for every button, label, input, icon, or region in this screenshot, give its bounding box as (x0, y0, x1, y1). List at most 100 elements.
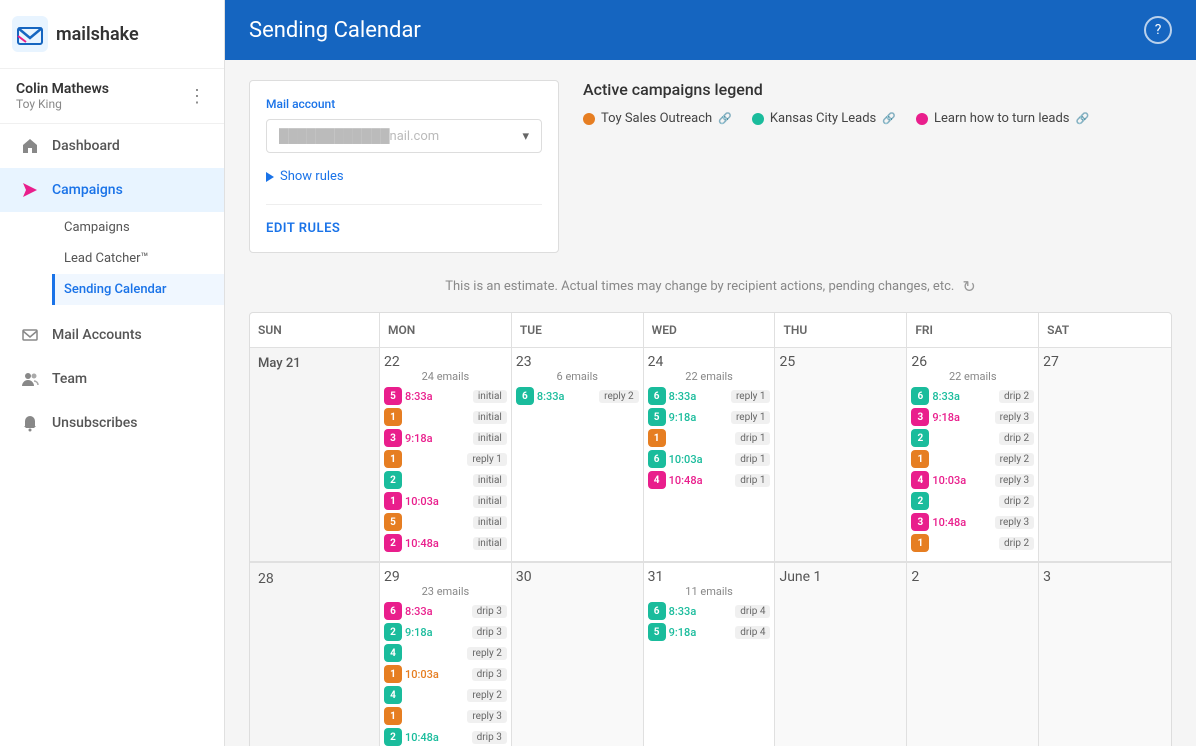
email-display: ████████████nail.com (279, 128, 439, 144)
bell-icon (20, 413, 40, 433)
time-row: 1reply 1 (384, 450, 507, 468)
logo-icon (12, 16, 48, 52)
legend-title: Active campaigns legend (583, 80, 1172, 99)
show-rules-button[interactable]: Show rules (266, 165, 542, 188)
cal-day-wed-31: 31 11 emails 68:33adrip 4 59:18adrip 4 (644, 563, 776, 746)
legend-section: Active campaigns legend Toy Sales Outrea… (583, 80, 1172, 253)
app-name: mailshake (56, 24, 139, 45)
legend-dot-kansas (752, 113, 764, 125)
sending-calendar: Sun Mon Tue Wed Thu Fri Sat May 21 22 24… (249, 312, 1172, 746)
legend-item-kansas: Kansas City Leads 🔗 (752, 111, 896, 126)
estimate-text: This is an estimate. Actual times may ch… (445, 279, 954, 294)
time-row: 610:03adrip 1 (648, 450, 771, 468)
time-row: 210:48adrip 3 (384, 728, 507, 746)
send-icon (20, 180, 40, 200)
cal-day-mon-29: 29 23 emails 68:33adrip 3 29:18adrip 3 4… (380, 563, 512, 746)
time-row: 4reply 2 (384, 686, 507, 704)
col-mon: Mon (380, 313, 512, 347)
show-rules-label: Show rules (280, 169, 344, 184)
time-row: 310:48areply 3 (911, 513, 1034, 531)
mail-icon (20, 325, 40, 345)
time-row: 1initial (384, 408, 507, 426)
col-fri: Fri (907, 313, 1039, 347)
cal-day-thu-jun1: June 1 (775, 563, 907, 746)
time-row: 110:03adrip 3 (384, 665, 507, 683)
sidebar-item-team[interactable]: Team (0, 357, 224, 401)
cal-day-sat-3: 3 (1039, 563, 1171, 746)
cal-day-tue-23: 23 6 emails 68:33areply 2 (512, 348, 644, 562)
mail-account-card: Mail account ████████████nail.com ▾ Show… (249, 80, 559, 253)
calendar-header: Sun Mon Tue Wed Thu Fri Sat (250, 313, 1171, 348)
sidebar-item-unsubscribes[interactable]: Unsubscribes (0, 401, 224, 445)
help-button[interactable]: ? (1144, 16, 1172, 44)
time-row: 5initial (384, 513, 507, 531)
user-profile: Colin Mathews Toy King ⋮ (0, 69, 224, 124)
cal-day-sat-27: 27 (1039, 348, 1171, 562)
mail-account-select[interactable]: ████████████nail.com ▾ (266, 119, 542, 153)
team-label: Team (52, 371, 87, 387)
sidebar-item-dashboard[interactable]: Dashboard (0, 124, 224, 168)
col-thu: Thu (775, 313, 907, 347)
cal-day-mon-22: 22 24 emails 58:33ainitial 1initial 39:1… (380, 348, 512, 562)
select-chevron: ▾ (522, 129, 529, 144)
legend-label-kansas: Kansas City Leads (770, 111, 876, 126)
time-row: 410:03areply 3 (911, 471, 1034, 489)
time-row: 58:33ainitial (384, 387, 507, 405)
legend-dot-toy-sales (583, 113, 595, 125)
time-row: 39:18areply 3 (911, 408, 1034, 426)
legend-dot-learn (916, 113, 928, 125)
time-row: 68:33areply 1 (648, 387, 771, 405)
main-content: Sending Calendar ? Mail account ████████… (225, 0, 1196, 746)
logo: mailshake (12, 16, 139, 52)
top-section: Mail account ████████████nail.com ▾ Show… (249, 80, 1172, 253)
legend-link-toy-sales[interactable]: 🔗 (718, 112, 732, 125)
calendar-week-1: May 21 22 24 emails 58:33ainitial 1initi… (250, 348, 1171, 562)
time-row: 39:18ainitial (384, 429, 507, 447)
estimate-bar: This is an estimate. Actual times may ch… (249, 269, 1172, 312)
legend-link-kansas[interactable]: 🔗 (882, 112, 896, 125)
sidebar: mailshake Colin Mathews Toy King ⋮ Dashb… (0, 0, 225, 746)
sidebar-item-campaigns-sub[interactable]: Campaigns (52, 212, 224, 243)
time-row: 210:48ainitial (384, 534, 507, 552)
time-row: 2drip 2 (911, 492, 1034, 510)
legend-label-learn: Learn how to turn leads (934, 111, 1070, 126)
sidebar-item-campaigns[interactable]: Campaigns (0, 168, 224, 212)
user-company: Toy King (16, 97, 109, 111)
cal-day-thu-25: 25 (775, 348, 907, 562)
week1-sun-label: May 21 (258, 356, 371, 371)
user-name: Colin Mathews (16, 81, 109, 97)
campaigns-sub-nav: Campaigns Lead Catcher™ Sending Calendar (0, 212, 224, 305)
people-icon (20, 369, 40, 389)
user-menu-button[interactable]: ⋮ (188, 86, 208, 107)
cal-day-fri-2: 2 (907, 563, 1039, 746)
home-icon (20, 136, 40, 156)
time-row: 68:33adrip 2 (911, 387, 1034, 405)
sidebar-item-sending-calendar[interactable]: Sending Calendar (52, 274, 224, 305)
campaigns-label: Campaigns (52, 182, 123, 198)
legend-link-learn[interactable]: 🔗 (1076, 112, 1090, 125)
cal-day-fri-26: 26 22 emails 68:33adrip 2 39:18areply 3 … (907, 348, 1039, 562)
time-row: 2initial (384, 471, 507, 489)
col-sun: Sun (250, 313, 380, 347)
sidebar-item-lead-catcher[interactable]: Lead Catcher™ (52, 243, 224, 274)
time-row: 1drip 2 (911, 534, 1034, 552)
col-sat: Sat (1039, 313, 1171, 347)
legend-label-toy-sales: Toy Sales Outreach (601, 111, 712, 126)
time-row: 59:18adrip 4 (648, 623, 771, 641)
time-row: 59:18areply 1 (648, 408, 771, 426)
legend-item-toy-sales: Toy Sales Outreach 🔗 (583, 111, 732, 126)
sidebar-item-mail-accounts[interactable]: Mail Accounts (0, 313, 224, 357)
col-tue: Tue (512, 313, 644, 347)
unsubscribes-label: Unsubscribes (52, 415, 137, 431)
mail-accounts-label: Mail Accounts (52, 327, 142, 343)
calendar-week-2: 28 29 23 emails 68:33adrip 3 29:18adrip … (250, 562, 1171, 746)
legend-item-learn: Learn how to turn leads 🔗 (916, 111, 1089, 126)
edit-rules-button[interactable]: EDIT RULES (266, 204, 542, 236)
time-row: 1reply 3 (384, 707, 507, 725)
refresh-icon[interactable]: ↻ (962, 277, 975, 296)
cal-day-sun-21: May 21 (250, 348, 380, 562)
triangle-icon (266, 172, 274, 182)
time-row: 410:48adrip 1 (648, 471, 771, 489)
page-header: Sending Calendar ? (225, 0, 1196, 60)
time-row: 68:33adrip 4 (648, 602, 771, 620)
